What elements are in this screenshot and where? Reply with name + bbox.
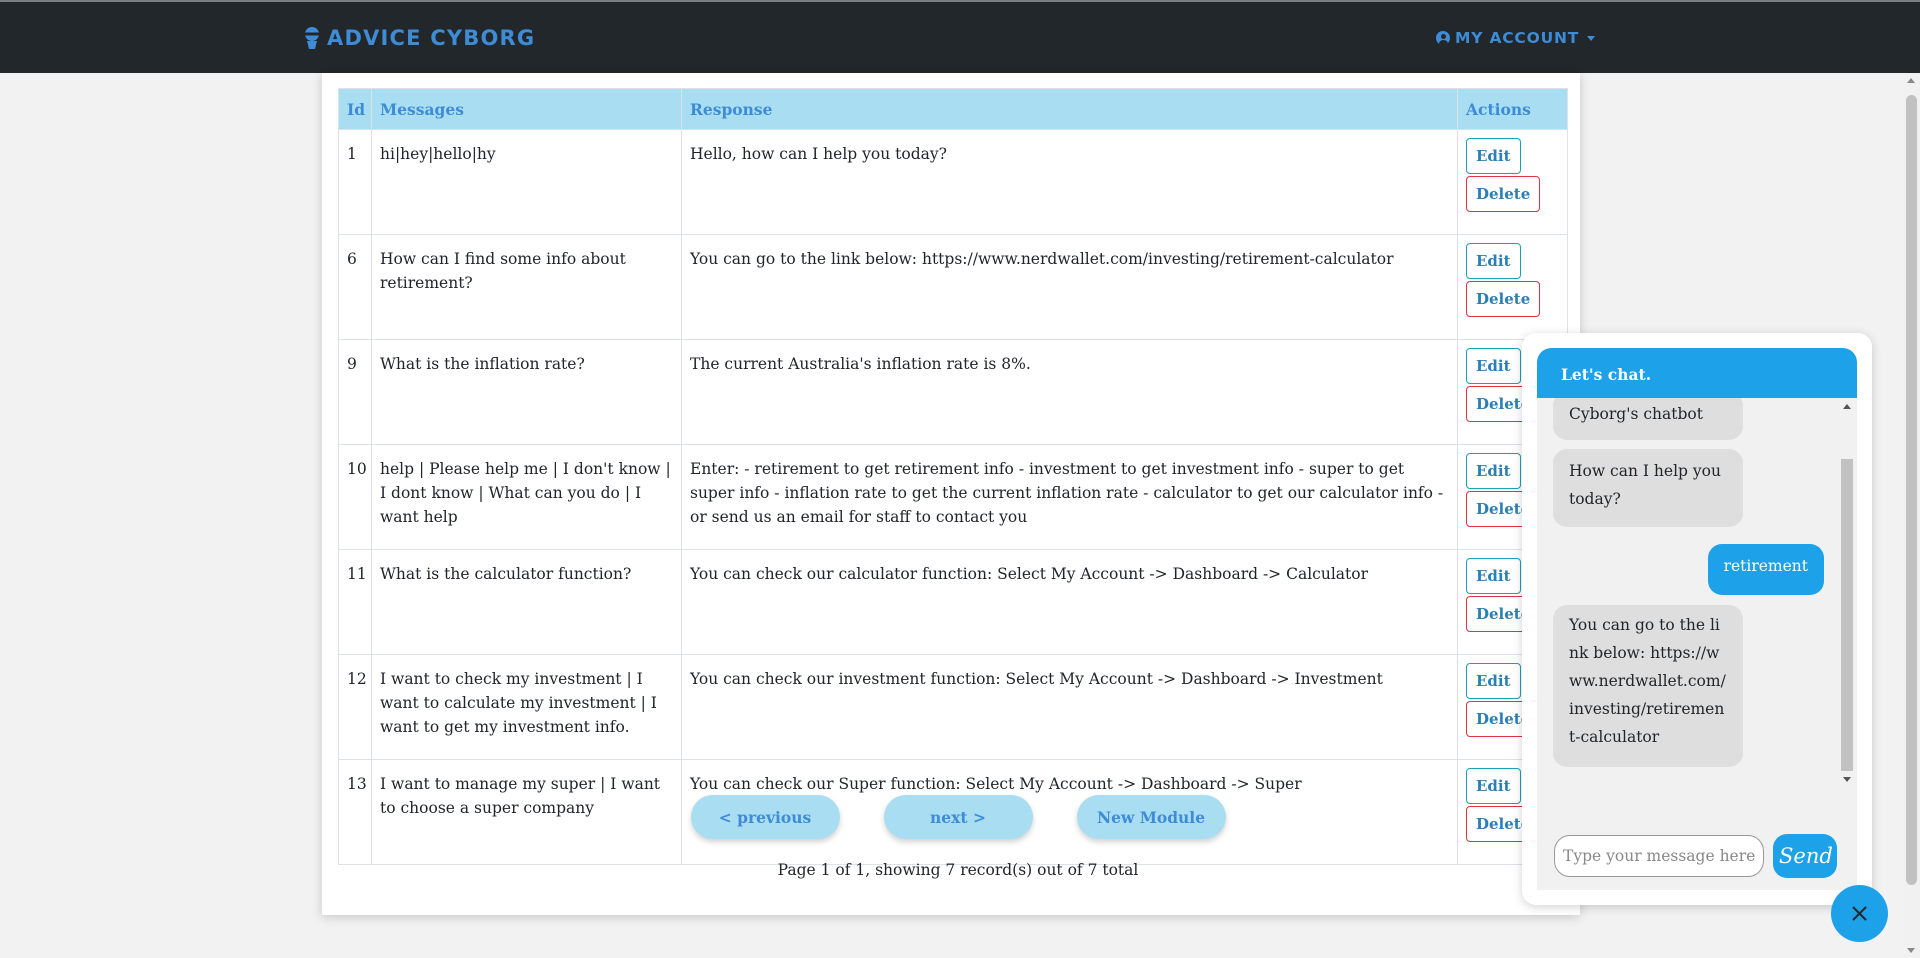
edit-button[interactable]: Edit: [1466, 243, 1521, 279]
table-row: 12 I want to check my investment | I wan…: [338, 654, 1568, 760]
messages-table: Id Messages Response Actions 1 hi|hey|he…: [338, 88, 1568, 865]
cell-response: You can go to the link below: https://ww…: [681, 234, 1458, 340]
my-account-label: MY ACCOUNT: [1455, 29, 1580, 47]
cell-response: You can check our investment function: S…: [681, 654, 1458, 760]
chat-user-message: retirement: [1707, 544, 1824, 595]
edit-button[interactable]: Edit: [1466, 453, 1521, 489]
new-module-button[interactable]: New Module: [1076, 795, 1226, 839]
chat-widget: Let's chat. Cyborg's chatbot How can I h…: [1522, 333, 1872, 905]
table-row: 11 What is the calculator function? You …: [338, 549, 1568, 655]
edit-button[interactable]: Edit: [1466, 558, 1521, 594]
chat-scrollbar[interactable]: [1837, 398, 1857, 788]
table-row: 10 help | Please help me | I don't know …: [338, 444, 1568, 550]
cell-message: help | Please help me | I don't know | I…: [371, 444, 682, 550]
cell-id: 1: [338, 129, 372, 235]
col-header-actions: Actions: [1457, 88, 1568, 130]
chat-bot-message: Cyborg's chatbot: [1553, 398, 1743, 440]
close-icon: [1852, 906, 1867, 921]
table-header-row: Id Messages Response Actions: [338, 88, 1568, 130]
cell-response: Enter: - retirement to get retirement in…: [681, 444, 1458, 550]
cell-actions: Edit Delete: [1457, 234, 1568, 340]
col-header-id: Id: [338, 88, 372, 130]
cell-response: The current Australia's inflation rate i…: [681, 339, 1458, 445]
pagination-info: Page 1 of 1, showing 7 record(s) out of …: [777, 861, 1139, 879]
cell-id: 12: [338, 654, 372, 760]
edit-button[interactable]: Edit: [1466, 663, 1521, 699]
delete-button[interactable]: Delete: [1466, 176, 1541, 212]
cell-message: What is the inflation rate?: [371, 339, 682, 445]
scroll-up-arrow-icon[interactable]: [1843, 404, 1851, 409]
top-navbar: ADVICE CYBORG MY ACCOUNT: [0, 0, 1920, 73]
my-account-dropdown[interactable]: MY ACCOUNT: [1436, 29, 1596, 47]
chat-message-input[interactable]: [1554, 835, 1764, 877]
scroll-down-arrow-icon[interactable]: [1843, 777, 1851, 782]
delete-button[interactable]: Delete: [1466, 281, 1541, 317]
page-scrollbar[interactable]: [1903, 73, 1920, 958]
scroll-up-arrow-icon[interactable]: [1907, 78, 1915, 83]
page-scrollbar-thumb[interactable]: [1906, 95, 1917, 885]
cell-message: I want to check my investment | I want t…: [371, 654, 682, 760]
messages-card: Id Messages Response Actions 1 hi|hey|he…: [322, 73, 1580, 915]
cell-actions: Edit Delete: [1457, 129, 1568, 235]
chevron-down-icon: [1587, 35, 1596, 41]
chat-panel: Let's chat. Cyborg's chatbot How can I h…: [1537, 348, 1857, 890]
cell-id: 9: [338, 339, 372, 445]
send-button[interactable]: Send: [1773, 834, 1837, 878]
col-header-response: Response: [681, 88, 1458, 130]
cell-message: What is the calculator function?: [371, 549, 682, 655]
table-row: 9 What is the inflation rate? The curren…: [338, 339, 1568, 445]
cell-message: hi|hey|hello|hy: [371, 129, 682, 235]
table-row: 6 How can I find some info about retirem…: [338, 234, 1568, 340]
chat-bot-message: How can I help you today?: [1553, 449, 1743, 527]
brand-name: ADVICE CYBORG: [327, 26, 536, 50]
cell-id: 11: [338, 549, 372, 655]
cell-response: Hello, how can I help you today?: [681, 129, 1458, 235]
robot-head-icon: [304, 27, 320, 49]
pagination: < previous next > New Module: [322, 795, 1580, 839]
cell-id: 6: [338, 234, 372, 340]
cell-message: How can I find some info about retiremen…: [371, 234, 682, 340]
table-row: 1 hi|hey|hello|hy Hello, how can I help …: [338, 129, 1568, 235]
next-page-button[interactable]: next >: [883, 795, 1033, 839]
scrollbar-thumb[interactable]: [1841, 459, 1853, 771]
scroll-down-arrow-icon[interactable]: [1907, 948, 1915, 953]
chat-message-list[interactable]: Cyborg's chatbot How can I help you toda…: [1537, 398, 1857, 788]
previous-page-button[interactable]: < previous: [690, 795, 840, 839]
user-circle-icon: [1436, 31, 1450, 45]
chat-bot-message: You can go to the link below: https://ww…: [1553, 605, 1743, 767]
edit-button[interactable]: Edit: [1466, 138, 1521, 174]
chat-close-button[interactable]: [1831, 885, 1888, 942]
brand-link[interactable]: ADVICE CYBORG: [303, 26, 535, 50]
cell-id: 10: [338, 444, 372, 550]
chat-header: Let's chat.: [1537, 348, 1857, 398]
col-header-messages: Messages: [371, 88, 682, 130]
edit-button[interactable]: Edit: [1466, 348, 1521, 384]
cell-response: You can check our calculator function: S…: [681, 549, 1458, 655]
